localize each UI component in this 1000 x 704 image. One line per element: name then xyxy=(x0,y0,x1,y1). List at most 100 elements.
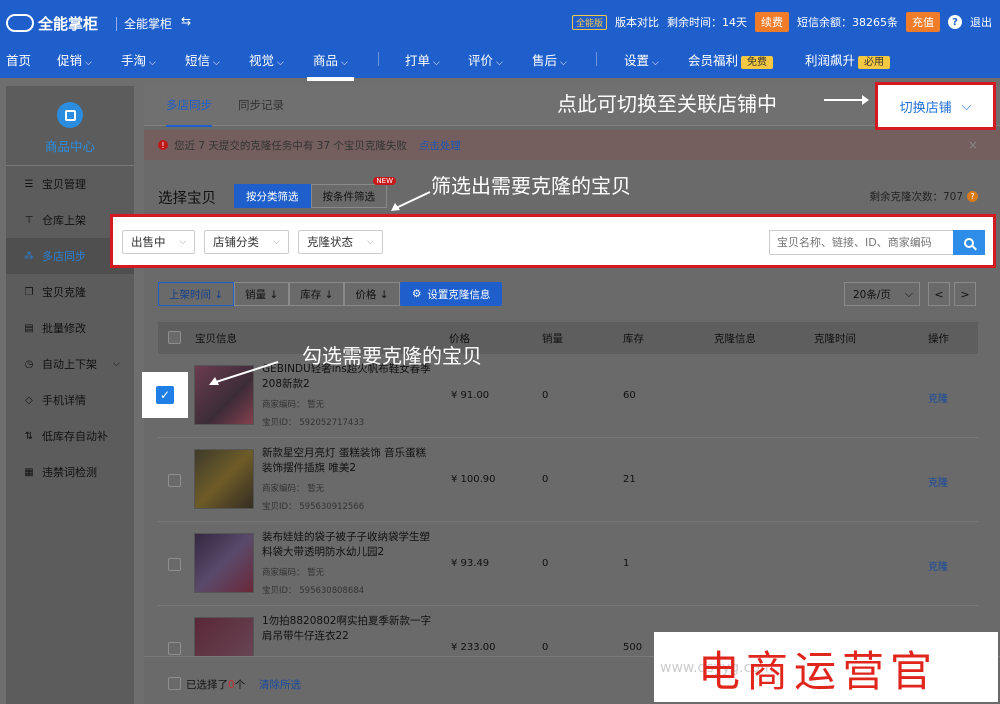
clone-link[interactable]: 克隆 xyxy=(928,390,948,405)
nav-taobao[interactable]: 手淘 ⌵ xyxy=(121,50,156,69)
tab-multi-store-sync[interactable]: 多店同步 xyxy=(166,97,212,127)
select-all-checkbox[interactable] xyxy=(168,677,181,690)
row-checkbox-checked[interactable]: ✓ xyxy=(142,372,188,418)
sidebar-item-mobile-detail[interactable]: ◇ 手机详情 xyxy=(6,382,134,418)
row-checkbox[interactable] xyxy=(168,642,181,655)
sidebar-item-label: 宝贝克隆 xyxy=(42,286,86,299)
upload-icon: ⊤ xyxy=(24,214,34,226)
sidebar-item-goods-clone[interactable]: ❐ 宝贝克隆 xyxy=(6,274,134,310)
nav-label: 视觉 xyxy=(249,53,275,68)
clear-selection-link[interactable]: 清除所选 xyxy=(259,677,301,692)
sidebar-item-low-stock-refill[interactable]: ⇅ 低库存自动补 xyxy=(6,418,134,454)
selected-count: 已选择了0个 xyxy=(186,677,245,692)
sort-by-list-time[interactable]: 上架时间 ↓ xyxy=(158,282,235,306)
nav-home[interactable]: 首页 xyxy=(6,50,31,69)
list-icon: ☰ xyxy=(24,178,34,190)
sidebar-item-auto-listing[interactable]: ◷ 自动上下架 ⌵ xyxy=(6,346,134,382)
nav-settings[interactable]: 设置 ⌵ xyxy=(624,50,659,69)
search-box xyxy=(769,230,985,255)
select-all-checkbox[interactable] xyxy=(168,331,181,344)
filter-row: 出售中 ⌵ 店铺分类 ⌵ 克隆状态 ⌵ xyxy=(110,214,996,268)
nav-label: 打单 xyxy=(405,53,431,68)
sales: 0 xyxy=(542,474,549,485)
chevron-down-icon: ⌵ xyxy=(213,58,220,68)
column-header: 克隆时间 xyxy=(814,333,856,345)
sidebar-item-label: 自动上下架 xyxy=(42,358,97,371)
product-thumbnail[interactable] xyxy=(194,617,254,656)
search-button[interactable] xyxy=(953,230,985,255)
filter-by-condition-button[interactable]: 按条件筛选 NEW xyxy=(310,177,396,208)
product-id: 宝贝ID： 595630912566 xyxy=(262,502,365,512)
new-badge: NEW xyxy=(373,177,396,185)
tag-icon: ◇ xyxy=(25,394,33,406)
status-select[interactable]: 出售中 ⌵ xyxy=(122,230,196,254)
compare-link[interactable]: 版本对比 xyxy=(615,14,659,30)
product-name[interactable]: 新款星空月亮灯 蛋糕装饰 音乐蛋糕装饰摆件插旗 唯美2 xyxy=(262,446,432,476)
sort-by-stock[interactable]: 库存 ↓ xyxy=(289,282,345,306)
alert-icon: ! xyxy=(158,140,168,150)
column-header: 宝贝信息 xyxy=(195,333,237,345)
product-name[interactable]: 1勿拍8820802啊实拍夏季新款一字肩吊带牛仔连衣22 xyxy=(262,614,432,644)
chevron-down-icon: ⌵ xyxy=(904,287,913,300)
set-clone-info-button[interactable]: ⚙ 设置克隆信息 xyxy=(400,282,503,306)
sidebar-item-label: 仓库上架 xyxy=(42,214,86,227)
page-size-select[interactable]: 20条/页 ⌵ xyxy=(844,282,920,306)
help-icon[interactable]: ? xyxy=(948,15,962,29)
account-bar: 全能版 版本对比 剩余时间：14天 续费 短信余额：38265条 充值 ? 退出 xyxy=(571,12,992,32)
nav-member-benefits[interactable]: 会员福利 免费 xyxy=(688,50,774,69)
switch-store-button[interactable]: 切换店铺 ⌵ xyxy=(875,82,996,130)
chevron-down-icon: ⌵ xyxy=(496,58,503,68)
product-id: 宝贝ID： 592052717433 xyxy=(262,418,365,428)
clone-status-select[interactable]: 克隆状态 ⌵ xyxy=(298,230,383,254)
prev-page-button[interactable]: < xyxy=(928,282,950,306)
table-row[interactable]: GEBINDU轻奢ins超火帆布鞋女春季208新款2 商家编码： 暂无 宝贝ID… xyxy=(158,354,978,438)
status-select-value: 出售中 xyxy=(131,235,166,249)
logout-link[interactable]: 退出 xyxy=(970,14,992,30)
remaining-clones: 剩余克隆次数：707? xyxy=(869,189,978,204)
filter-by-category-button[interactable]: 按分类筛选 xyxy=(234,184,311,208)
switch-store-hint-text: 点此可切换至关联店铺中 xyxy=(557,92,777,116)
product-thumbnail[interactable] xyxy=(194,449,254,509)
nav-promotion[interactable]: 促销 ⌵ xyxy=(57,50,92,69)
nav-sms[interactable]: 短信 ⌵ xyxy=(185,50,220,69)
swap-icon[interactable]: ⇆ xyxy=(181,14,191,28)
sales: 0 xyxy=(542,642,549,653)
nav-review[interactable]: 评价 ⌵ xyxy=(468,50,503,69)
shop-category-value: 店铺分类 xyxy=(213,235,259,249)
next-page-button[interactable]: > xyxy=(954,282,976,306)
nav-aftersale[interactable]: 售后 ⌵ xyxy=(532,50,567,69)
row-checkbox[interactable] xyxy=(168,474,181,487)
sidebar-item-batch-edit[interactable]: ▤ 批量修改 xyxy=(6,310,134,346)
clone-link[interactable]: 克隆 xyxy=(928,474,948,489)
product-thumbnail[interactable] xyxy=(194,533,254,593)
nav-divider xyxy=(596,52,597,66)
tab-sync-records[interactable]: 同步记录 xyxy=(238,97,284,113)
sort-by-price[interactable]: 价格 ↓ xyxy=(344,282,400,306)
nav-goods[interactable]: 商品 ⌵ xyxy=(307,50,354,81)
app-logo[interactable]: 全能掌柜 xyxy=(6,12,98,34)
sort-icon: ⇅ xyxy=(24,430,34,442)
sort-by-sales[interactable]: 销量 ↓ xyxy=(234,282,290,306)
row-checkbox[interactable] xyxy=(168,558,181,571)
table-row[interactable]: 新款星空月亮灯 蛋糕装饰 音乐蛋糕装饰摆件插旗 唯美2 商家编码： 暂无 宝贝I… xyxy=(158,438,978,522)
table-header: 宝贝信息 价格 销量 库存 克隆信息 克隆时间 操作 xyxy=(158,322,978,354)
clone-link[interactable]: 克隆 xyxy=(928,558,948,573)
nav-profit-boost[interactable]: 利润飙升 必用 xyxy=(805,50,891,69)
nav-label: 售后 xyxy=(532,53,558,68)
notice-link[interactable]: 点击处理 xyxy=(419,138,461,153)
nav-print[interactable]: 打单 ⌵ xyxy=(405,50,440,69)
recharge-button[interactable]: 充值 xyxy=(906,12,940,32)
chevron-down-icon: ⌵ xyxy=(367,237,374,247)
sidebar-item-banned-words[interactable]: ▦ 违禁词检测 xyxy=(6,454,134,490)
close-icon[interactable]: × xyxy=(968,138,978,152)
sidebar-item-goods-manage[interactable]: ☰ 宝贝管理 xyxy=(6,166,134,202)
search-input[interactable] xyxy=(769,230,953,255)
check-icon: ✓ xyxy=(156,386,174,404)
table-row[interactable]: 装布娃娃的袋子被子子收纳袋学生塑料袋大带透明防水幼儿园2 商家编码： 暂无 宝贝… xyxy=(158,522,978,606)
merchant-code: 商家编码： 暂无 xyxy=(262,484,325,494)
nav-visual[interactable]: 视觉 ⌵ xyxy=(249,50,284,69)
shop-category-select[interactable]: 店铺分类 ⌵ xyxy=(204,230,289,254)
product-name[interactable]: 装布娃娃的袋子被子子收纳袋学生塑料袋大带透明防水幼儿园2 xyxy=(262,530,432,560)
question-icon[interactable]: ? xyxy=(967,191,978,202)
renew-button[interactable]: 续费 xyxy=(755,12,789,32)
